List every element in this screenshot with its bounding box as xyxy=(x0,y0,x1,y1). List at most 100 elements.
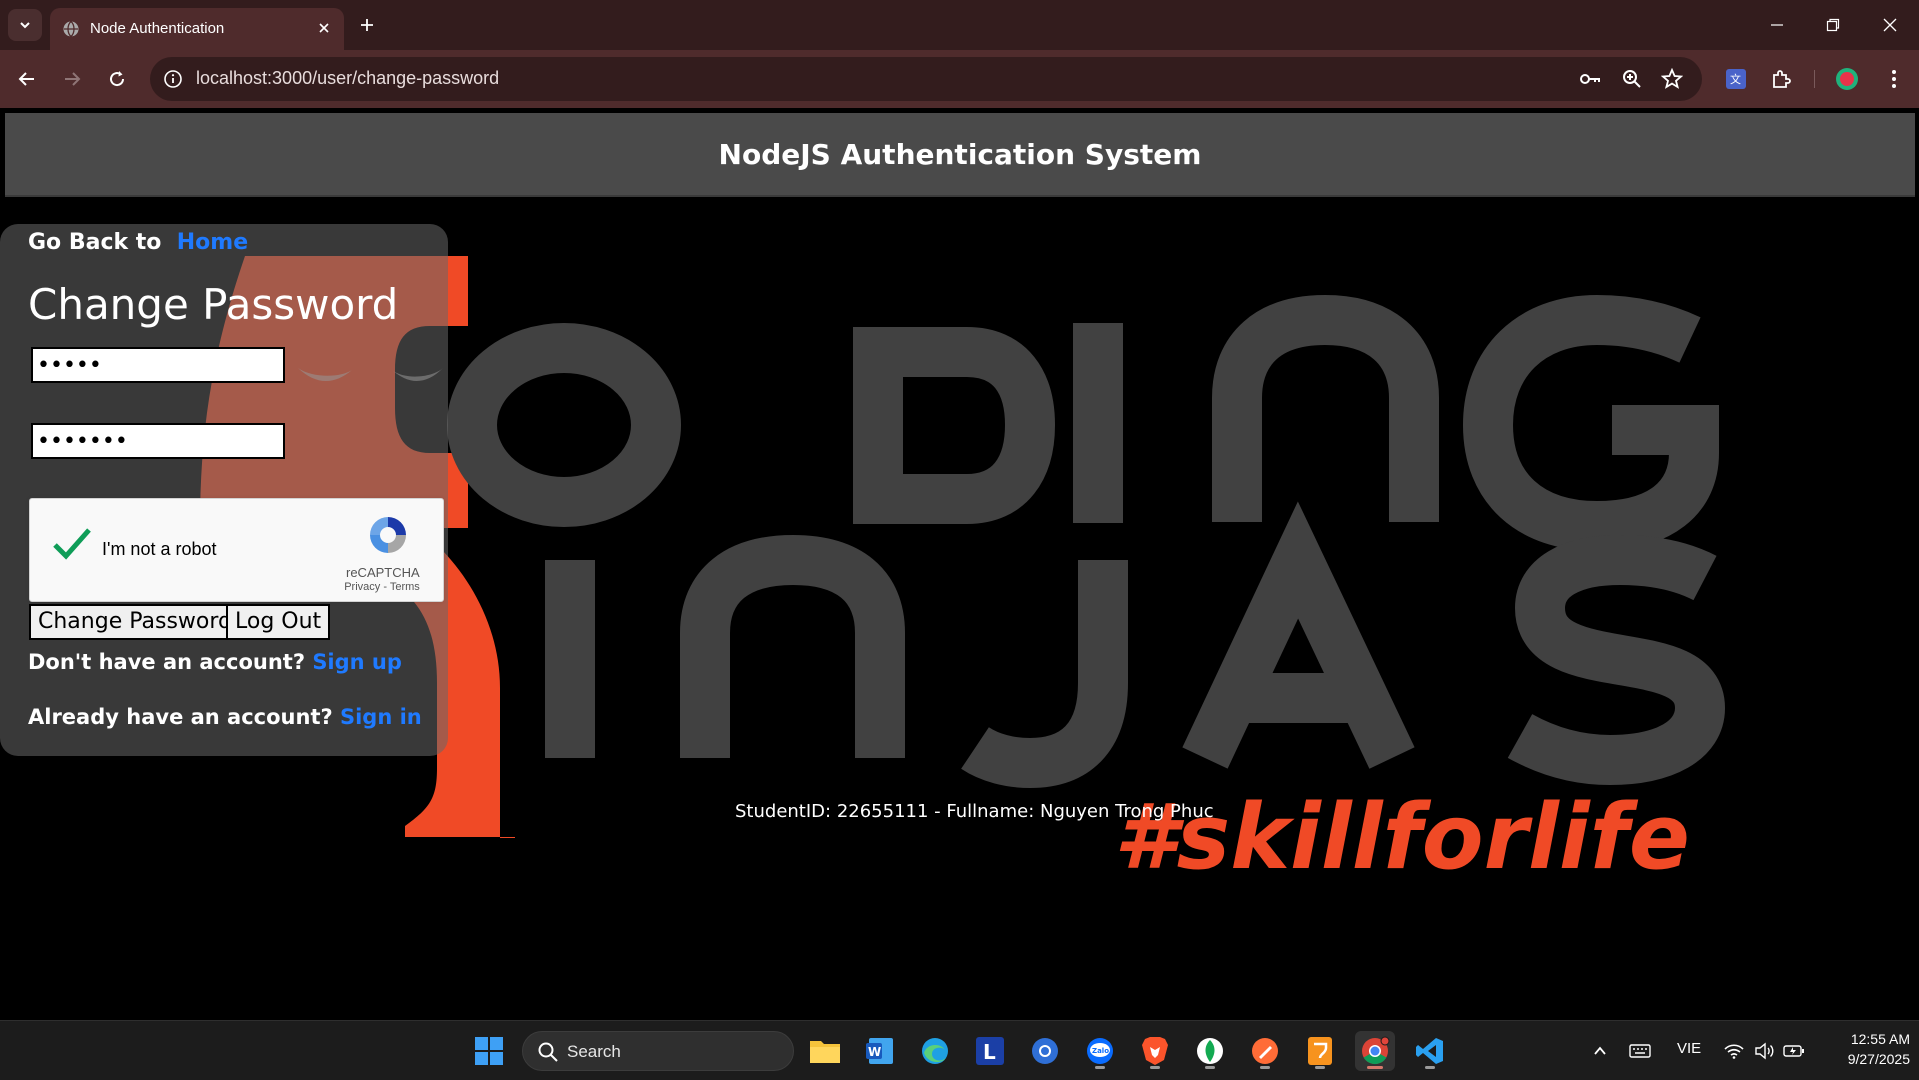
reload-icon xyxy=(110,71,125,87)
mongodb-leaf-icon xyxy=(1197,1038,1223,1064)
chrome-app[interactable] xyxy=(1355,1031,1395,1071)
browser-menu-icon[interactable] xyxy=(1881,66,1907,92)
system-clock[interactable]: 12:55 AM 9/27/2025 xyxy=(1810,1029,1910,1069)
search-label: Search xyxy=(567,1042,621,1061)
taskbar-search-box[interactable]: Search xyxy=(522,1031,794,1071)
input-language[interactable]: VIE xyxy=(1677,1040,1701,1057)
postman-icon xyxy=(1252,1038,1278,1064)
svg-text:文: 文 xyxy=(1730,72,1741,86)
current-password-input[interactable]: ••••• xyxy=(31,347,285,383)
zoom-icon[interactable] xyxy=(1620,67,1644,91)
signup-link[interactable]: Sign up xyxy=(312,650,402,674)
tab-search-button[interactable] xyxy=(8,9,42,41)
browser-tab-bar: Node Authentication xyxy=(0,0,1919,50)
recaptcha-logo-icon xyxy=(370,517,406,553)
windows-taskbar: Search W L Zalo VIE 12:55 AM 9/27/2025 xyxy=(0,1020,1919,1080)
signin-line: Already have an account? Sign in xyxy=(28,705,422,729)
logout-button[interactable]: Log Out xyxy=(226,604,331,640)
restore-window-button[interactable] xyxy=(1820,12,1846,38)
page-viewport: #skillforlife NodeJS Authentication Syst… xyxy=(0,108,1919,1020)
letters-injas xyxy=(545,501,1726,789)
arrow-right-icon xyxy=(65,72,81,86)
svg-text:W: W xyxy=(868,1045,881,1059)
letters-oding xyxy=(447,294,1719,552)
new-password-input[interactable]: ••••••• xyxy=(31,423,285,459)
mongodb-compass-app[interactable] xyxy=(1190,1031,1230,1071)
show-hidden-icons-chevron-icon[interactable] xyxy=(1588,1039,1612,1063)
chromium-icon xyxy=(1032,1038,1058,1064)
vscode-icon xyxy=(1416,1038,1443,1064)
forward-button[interactable] xyxy=(57,64,87,94)
svg-text:L: L xyxy=(983,1040,996,1064)
pdf-reader-app[interactable] xyxy=(1300,1031,1340,1071)
close-tab-icon[interactable] xyxy=(314,18,334,38)
volume-icon[interactable] xyxy=(1752,1039,1776,1063)
arrow-left-icon xyxy=(18,72,34,86)
running-indicator xyxy=(1260,1066,1270,1069)
browser-toolbar: localhost:3000/user/change-password 文 xyxy=(0,50,1919,108)
signin-prompt: Already have an account? xyxy=(28,705,333,729)
profile-avatar-icon[interactable] xyxy=(1834,66,1860,92)
home-link[interactable]: Home xyxy=(177,230,248,255)
chromium-app[interactable] xyxy=(1025,1031,1065,1071)
checkmark-icon[interactable] xyxy=(52,527,92,561)
folder-icon xyxy=(810,1041,840,1063)
running-indicator xyxy=(1095,1066,1105,1069)
browser-tab-active[interactable]: Node Authentication xyxy=(50,8,344,50)
change-password-button[interactable]: Change Password xyxy=(29,604,241,640)
file-explorer-app[interactable] xyxy=(805,1031,845,1071)
battery-icon[interactable] xyxy=(1782,1039,1806,1063)
reload-button[interactable] xyxy=(102,64,132,94)
close-window-button[interactable] xyxy=(1877,12,1903,38)
edge-app[interactable] xyxy=(915,1031,955,1071)
recaptcha-widget: I'm not a robot reCAPTCHA Privacy - Term… xyxy=(29,498,444,602)
brave-app[interactable] xyxy=(1135,1031,1175,1071)
signin-link[interactable]: Sign in xyxy=(340,705,422,729)
running-indicator xyxy=(1150,1066,1160,1069)
chrome-icon xyxy=(1362,1036,1390,1065)
word-icon: W xyxy=(866,1038,893,1064)
site-header: NodeJS Authentication System xyxy=(5,113,1915,197)
start-button[interactable] xyxy=(469,1031,509,1071)
running-indicator xyxy=(1315,1066,1325,1069)
l-app[interactable]: L xyxy=(970,1031,1010,1071)
extensions-puzzle-icon[interactable] xyxy=(1768,66,1794,92)
bookmark-star-icon[interactable] xyxy=(1660,67,1684,91)
postman-app[interactable] xyxy=(1245,1031,1285,1071)
keyboard-icon[interactable] xyxy=(1628,1039,1652,1063)
go-back-line: Go Back to Home xyxy=(28,230,248,255)
edge-icon xyxy=(922,1038,948,1064)
toolbar-divider xyxy=(1814,70,1815,88)
signup-line: Don't have an account? Sign up xyxy=(28,650,402,674)
url-text[interactable]: localhost:3000/user/change-password xyxy=(196,68,499,89)
site-title: NodeJS Authentication System xyxy=(718,137,1202,171)
go-back-label: Go Back to xyxy=(28,230,162,255)
zalo-app[interactable]: Zalo xyxy=(1080,1031,1120,1071)
captcha-label: I'm not a robot xyxy=(102,539,217,559)
running-indicator xyxy=(1205,1066,1215,1069)
active-app-indicator xyxy=(1367,1066,1383,1069)
wifi-icon[interactable] xyxy=(1722,1039,1746,1063)
minimize-window-button[interactable] xyxy=(1764,12,1790,38)
tab-title: Node Authentication xyxy=(90,20,225,37)
vscode-app[interactable] xyxy=(1410,1031,1450,1071)
recaptcha-brand: reCAPTCHA xyxy=(346,565,420,580)
globe-icon xyxy=(62,20,80,38)
back-button[interactable] xyxy=(12,64,42,94)
restore-icon xyxy=(1826,18,1840,32)
address-bar[interactable]: localhost:3000/user/change-password xyxy=(150,57,1702,101)
l-letter-icon: L xyxy=(976,1037,1004,1065)
new-tab-button[interactable] xyxy=(354,12,380,38)
plus-icon xyxy=(361,19,373,31)
word-app[interactable]: W xyxy=(860,1031,900,1071)
clock-time: 12:55 AM xyxy=(1850,1031,1910,1047)
site-info-icon[interactable] xyxy=(160,66,186,92)
clock-date: 9/27/2025 xyxy=(1847,1051,1910,1067)
zalo-icon: Zalo xyxy=(1087,1038,1113,1064)
password-key-icon[interactable] xyxy=(1578,67,1602,91)
recaptcha-privacy-terms[interactable]: Privacy - Terms xyxy=(330,581,434,593)
search-icon xyxy=(538,1042,558,1062)
student-info: StudentID: 22655111 - Fullname: Nguyen T… xyxy=(735,801,1214,822)
translate-extension-icon[interactable]: 文 xyxy=(1723,66,1749,92)
minimize-icon xyxy=(1771,24,1783,26)
